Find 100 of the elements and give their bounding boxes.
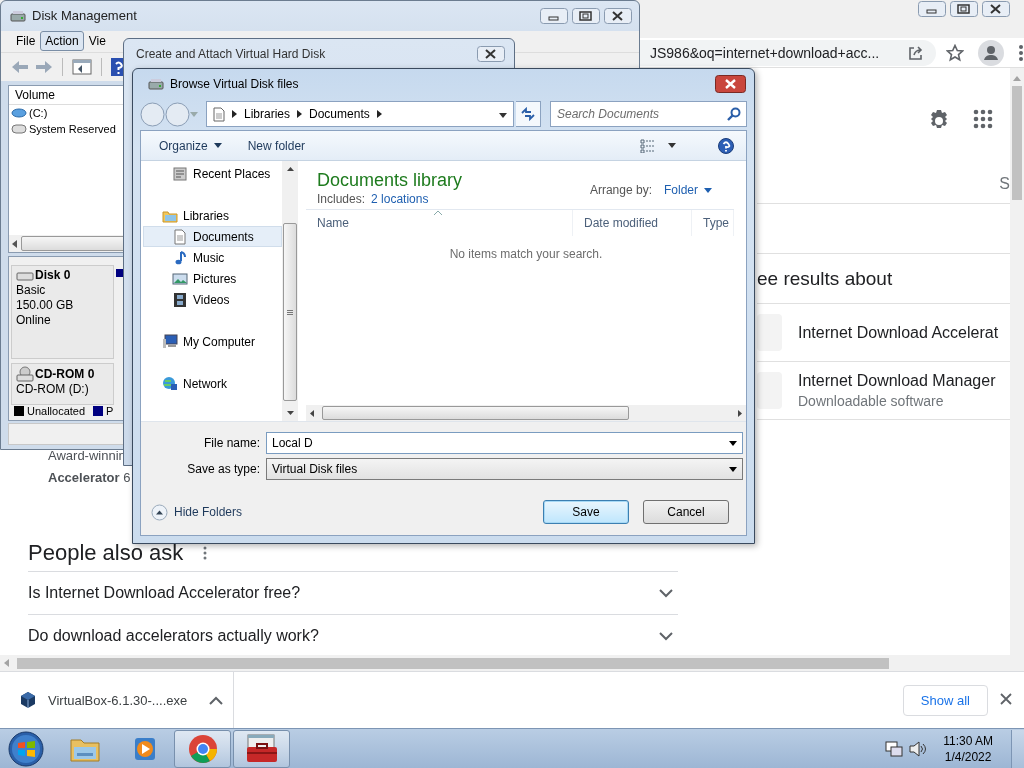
- drive-name[interactable]: (C:): [29, 106, 48, 119]
- menu-item[interactable]: File: [11, 31, 41, 52]
- window-title: Disk Management: [32, 8, 138, 24]
- breadcrumb-item[interactable]: Libraries: [244, 107, 291, 122]
- save-button[interactable]: Save: [543, 500, 629, 524]
- volume-icon: [11, 107, 27, 118]
- minimize-button[interactable]: [540, 7, 568, 24]
- search-icon[interactable]: [727, 107, 741, 122]
- nav-item[interactable]: My Computer: [143, 331, 282, 352]
- nav-item[interactable]: Pictures: [143, 268, 282, 289]
- dropdown-caret-icon: [213, 143, 222, 148]
- refresh-icon[interactable]: [520, 107, 536, 122]
- share-icon[interactable]: [908, 44, 924, 61]
- toolbar-button[interactable]: Organize: [157, 135, 224, 156]
- hide-folders-button[interactable]: Hide Folders: [151, 503, 243, 521]
- column-header[interactable]: Date modified: [573, 210, 692, 236]
- scroll-thumb[interactable]: [1012, 86, 1022, 200]
- question-row[interactable]: Is Internet Download Accelerator free?: [28, 571, 678, 614]
- column-header[interactable]: Type: [692, 210, 734, 236]
- dropdown-caret-icon[interactable]: [729, 440, 737, 446]
- scroll-down-arrow-icon[interactable]: [286, 411, 294, 415]
- vertical-scrollbar[interactable]: [1010, 68, 1024, 655]
- cd-drive-icon: [16, 366, 34, 383]
- drive-name[interactable]: System Reserved: [29, 122, 116, 135]
- chevron-down-icon[interactable]: [659, 631, 673, 641]
- menu-item[interactable]: Action: [40, 31, 84, 52]
- show-all-button[interactable]: Show all: [902, 684, 988, 716]
- breadcrumb-item[interactable]: Documents: [309, 107, 370, 122]
- disk-detail: Basic: [16, 283, 47, 299]
- toolbar-button[interactable]: New folder: [245, 135, 308, 156]
- chevron-right-icon[interactable]: [376, 110, 382, 119]
- scroll-left-arrow-icon[interactable]: [310, 409, 314, 417]
- nav-item[interactable]: Music: [143, 247, 282, 268]
- vertical-scrollbar[interactable]: [282, 161, 298, 421]
- grip-icon[interactable]: [287, 309, 293, 315]
- cube-icon: [20, 691, 36, 709]
- result-title[interactable]: Internet Download Accelerat: [798, 323, 999, 342]
- network-status-icon[interactable]: [885, 740, 904, 757]
- dropdown-caret-icon[interactable]: [729, 466, 737, 472]
- recent-icon: [172, 165, 188, 182]
- file-name-field[interactable]: Local D: [266, 432, 743, 454]
- toolbox-icon[interactable]: [244, 733, 279, 764]
- nav-item[interactable]: Videos: [143, 289, 282, 310]
- close-button[interactable]: [982, 1, 1010, 17]
- console-tree-icon[interactable]: [72, 59, 92, 75]
- download-file-name[interactable]: VirtualBox-6.1.30-....exe: [48, 692, 188, 708]
- clock[interactable]: 11:30 AM 1/4/2022: [943, 732, 993, 765]
- view-options-icon[interactable]: [640, 138, 656, 153]
- scroll-thumb[interactable]: [17, 657, 889, 669]
- documents-icon: [172, 228, 188, 245]
- nav-item[interactable]: Recent Places: [143, 163, 282, 184]
- close-button[interactable]: [477, 46, 505, 62]
- browser-icon[interactable]: [187, 733, 218, 764]
- nav-item[interactable]: Documents: [143, 226, 282, 247]
- more-options-icon[interactable]: [203, 546, 208, 560]
- search-field[interactable]: Search Documents: [550, 101, 747, 128]
- help-icon[interactable]: [718, 137, 734, 154]
- result-subtitle: Downloadable software: [798, 393, 945, 409]
- scroll-right-arrow-icon[interactable]: [738, 409, 742, 417]
- cancel-button[interactable]: Cancel: [643, 500, 729, 524]
- locations-link[interactable]: 2 locations: [371, 191, 429, 207]
- start-button[interactable]: [6, 730, 46, 767]
- legend-label: Unallocated: [27, 405, 86, 418]
- disk-detail: Online: [16, 313, 52, 329]
- volume-icon: [11, 123, 27, 134]
- result-title[interactable]: Internet Download Manager: [798, 372, 996, 390]
- chevron-right-icon[interactable]: [297, 110, 303, 119]
- chevron-up-icon[interactable]: [209, 695, 224, 705]
- close-icon[interactable]: [1000, 693, 1012, 705]
- pictures-icon: [172, 270, 188, 287]
- chevron-right-icon[interactable]: [232, 110, 237, 119]
- window-title: Create and Attach Virtual Hard Disk: [136, 47, 327, 61]
- scroll-up-arrow-icon[interactable]: [286, 167, 294, 171]
- minimize-button[interactable]: [918, 1, 946, 17]
- menu-item[interactable]: Vie: [83, 31, 111, 52]
- profile-avatar-icon[interactable]: [978, 39, 1004, 66]
- view-caret-icon[interactable]: [668, 143, 676, 148]
- close-button[interactable]: [715, 74, 746, 93]
- horizontal-scrollbar[interactable]: [306, 405, 746, 421]
- bookmark-star-icon[interactable]: [946, 43, 964, 62]
- arrange-dropdown[interactable]: Folder: [664, 183, 712, 197]
- address-bar[interactable]: Libraries Documents: [206, 101, 514, 128]
- horizontal-scrollbar[interactable]: [0, 655, 1024, 671]
- apps-grid-icon[interactable]: [973, 109, 993, 129]
- address-dropdown-icon[interactable]: [499, 113, 507, 119]
- file-type-dropdown[interactable]: Virtual Disk files: [266, 458, 743, 480]
- nav-item[interactable]: Network: [143, 373, 282, 394]
- column-header[interactable]: Name: [306, 210, 573, 236]
- library-title: Documents library: [317, 169, 463, 191]
- close-button[interactable]: [604, 7, 632, 24]
- restore-button[interactable]: [950, 1, 978, 17]
- volume-icon[interactable]: [909, 740, 928, 757]
- chevron-down-icon[interactable]: [659, 588, 673, 598]
- document-icon: [213, 106, 225, 122]
- field-label: Save as type:: [186, 462, 260, 476]
- menu-icon[interactable]: [1018, 43, 1024, 62]
- restore-button[interactable]: [572, 7, 600, 24]
- nav-item[interactable]: Libraries: [143, 205, 282, 226]
- scroll-left-arrow-icon[interactable]: [12, 239, 17, 248]
- computer-icon: [162, 333, 178, 350]
